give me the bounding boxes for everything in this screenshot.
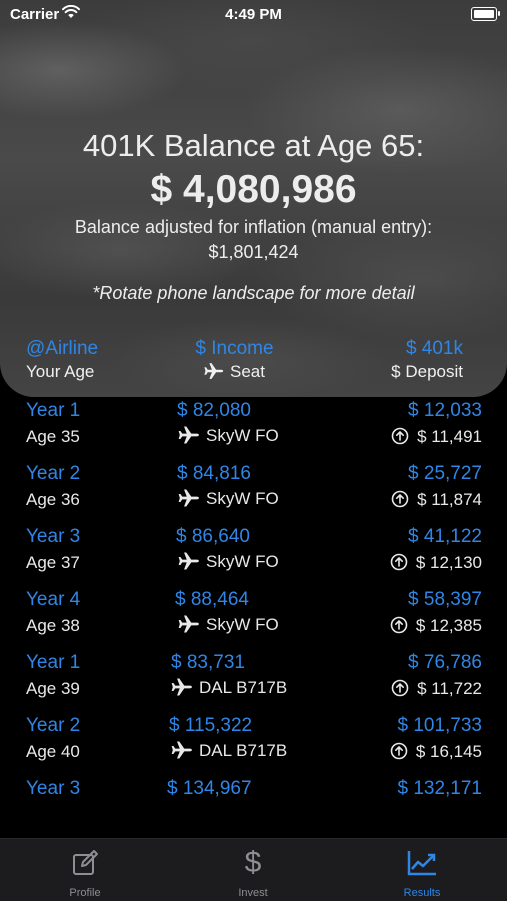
row-seat: DAL B717B — [171, 741, 287, 764]
row-year: Year 2 — [26, 463, 81, 484]
airplane-icon — [178, 426, 200, 449]
inflation-adjusted-value: $1,801,424 — [208, 242, 299, 262]
row-401k-balance: $ 25,727 — [408, 463, 482, 484]
inflation-adjusted-label: Balance adjusted for inflation (manual e… — [74, 217, 433, 237]
battery-icon — [471, 7, 500, 21]
tab-invest[interactable]: $ Invest — [203, 845, 303, 900]
balance-value: $ 4,080,986 — [150, 168, 357, 211]
row-income: $ 83,731 — [171, 652, 245, 673]
results-list[interactable]: Year 1 Age 35 $ 82,080 SkyW FO $ 12,033 $ 11,… — [0, 400, 507, 841]
airplane-icon — [178, 552, 200, 575]
row-income: $ 82,080 — [177, 400, 251, 421]
tab-profile-label: Profile — [69, 887, 101, 899]
arrow-up-circle-icon — [391, 427, 409, 450]
row-seat-label: SkyW FO — [206, 615, 279, 634]
row-age: Age 36 — [26, 490, 80, 509]
row-age: Age 35 — [26, 427, 80, 446]
row-deposit: $ 11,722 — [391, 679, 482, 702]
chart-icon — [372, 845, 472, 881]
row-year: Year 2 — [26, 715, 81, 736]
row-deposit-value: $ 11,491 — [417, 427, 482, 446]
tab-profile[interactable]: Profile — [35, 845, 135, 899]
row-deposit-value: $ 11,722 — [417, 679, 482, 698]
row-year: Year 1 — [26, 652, 81, 673]
row-age: Age 37 — [26, 553, 80, 572]
arrow-up-circle-icon — [391, 679, 409, 702]
dollar-icon: $ — [244, 846, 262, 879]
row-year: Year 4 — [26, 589, 81, 610]
row-401k-balance: $ 101,733 — [397, 715, 482, 736]
arrow-up-circle-icon — [390, 553, 408, 576]
results-header: Carrier 4:49 PM 401K Balance at Age 65: … — [0, 0, 507, 397]
row-income: $ 86,640 — [176, 526, 250, 547]
result-row[interactable]: Year 2 Age 40 $ 115,322 DAL B717B $ 101,733 $… — [0, 715, 507, 778]
row-401k-balance: $ 41,122 — [408, 526, 482, 547]
edit-icon — [35, 845, 135, 881]
row-deposit-value: $ 16,145 — [415, 742, 482, 761]
row-deposit: $ 12,130 — [390, 553, 482, 576]
airplane-icon — [178, 615, 200, 638]
column-seat-label: Seat — [230, 362, 265, 381]
result-row[interactable]: Year 2 Age 36 $ 84,816 SkyW FO $ 25,727 $ 11,… — [0, 463, 507, 526]
row-deposit: $ 11,491 — [391, 427, 482, 450]
row-deposit: $ 16,145 — [390, 742, 482, 765]
result-row[interactable]: Year 4 Age 38 $ 88,464 SkyW FO $ 58,397 $ 12,… — [0, 589, 507, 652]
airplane-icon — [178, 489, 200, 512]
status-bar: Carrier 4:49 PM — [0, 0, 507, 30]
tab-results-label: Results — [403, 887, 441, 899]
row-seat: SkyW FO — [178, 489, 279, 512]
row-seat-label: SkyW FO — [206, 426, 279, 445]
arrow-up-circle-icon — [391, 490, 409, 513]
row-year: Year 1 — [26, 400, 81, 421]
rotate-hint: *Rotate phone landscape for more detail — [92, 283, 415, 303]
row-deposit-value: $ 12,385 — [415, 616, 482, 635]
airplane-icon — [171, 741, 193, 764]
row-deposit: $ 12,385 — [390, 616, 482, 639]
row-seat: DAL B717B — [171, 678, 287, 701]
row-seat-label: DAL B717B — [199, 741, 288, 760]
status-time: 4:49 PM — [225, 6, 282, 23]
row-income: $ 134,967 — [167, 778, 252, 799]
row-age: Age 38 — [26, 616, 80, 635]
row-401k-balance: $ 58,397 — [408, 589, 482, 610]
row-income: $ 84,816 — [177, 463, 251, 484]
row-401k-balance: $ 76,786 — [408, 652, 482, 673]
row-age: Age 40 — [26, 742, 80, 761]
row-401k-balance: $ 132,171 — [397, 778, 482, 799]
row-seat: SkyW FO — [178, 426, 279, 449]
row-deposit: $ 11,874 — [391, 490, 482, 513]
row-age: Age 39 — [26, 679, 80, 698]
column-401k: $ 401k — [405, 338, 463, 359]
row-seat: SkyW FO — [178, 615, 279, 638]
row-401k-balance: $ 12,033 — [408, 400, 482, 421]
tab-results[interactable]: Results — [372, 845, 472, 899]
row-income: $ 88,464 — [175, 589, 249, 610]
airplane-icon — [204, 362, 224, 385]
arrow-up-circle-icon — [390, 616, 408, 639]
column-deposit: $ Deposit — [391, 362, 463, 381]
row-income: $ 115,322 — [169, 715, 253, 736]
row-seat-label: SkyW FO — [206, 552, 279, 571]
row-deposit-value: $ 11,874 — [417, 490, 482, 509]
balance-title: 401K Balance at Age 65: — [82, 128, 425, 163]
result-row[interactable]: Year 1 Age 39 $ 83,731 DAL B717B $ 76,786 $ 1… — [0, 652, 507, 715]
row-year: Year 3 — [26, 778, 81, 799]
row-year: Year 3 — [26, 526, 81, 547]
tab-invest-label: Invest — [238, 887, 268, 899]
arrow-up-circle-icon — [390, 742, 408, 765]
row-seat-label: DAL B717B — [199, 678, 288, 697]
result-row[interactable]: Year 3 Age 37 $ 86,640 SkyW FO $ 41,122 $ 12,… — [0, 526, 507, 589]
result-row[interactable]: Year 3 $ 134,967 $ 132,171 — [0, 778, 507, 841]
tab-bar: Profile $ Invest Results — [0, 838, 507, 901]
row-seat: SkyW FO — [178, 552, 279, 575]
column-income: $ Income — [195, 338, 274, 359]
row-seat-label: SkyW FO — [206, 489, 279, 508]
airplane-icon — [171, 678, 193, 701]
row-deposit-value: $ 12,130 — [415, 553, 482, 572]
result-row[interactable]: Year 1 Age 35 $ 82,080 SkyW FO $ 12,033 $ 11,… — [0, 400, 507, 463]
